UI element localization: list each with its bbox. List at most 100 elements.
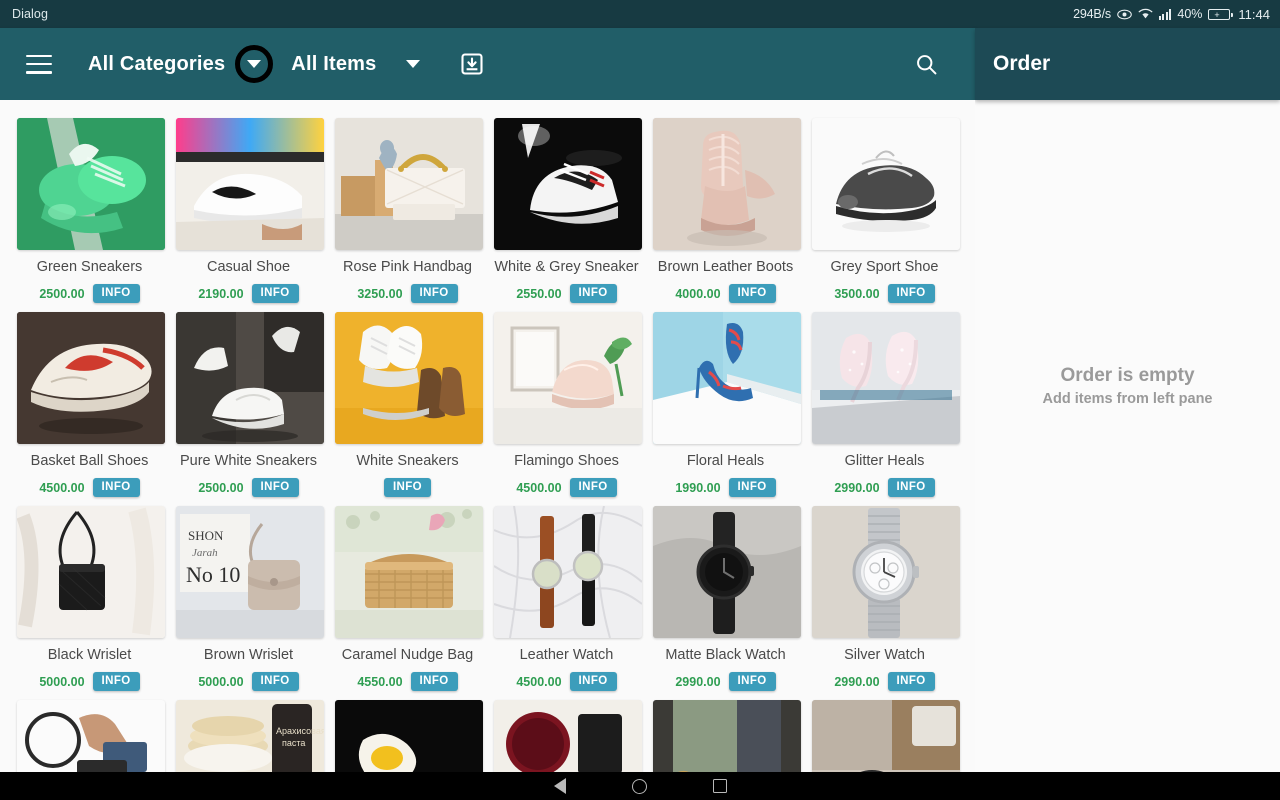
info-button[interactable]: INFO — [728, 284, 776, 303]
product-name: Flamingo Shoes — [514, 453, 619, 469]
product-card[interactable]: Silver Watch 2990.00 INFO — [805, 498, 964, 692]
order-pane: Order Order is empty Add items from left… — [975, 28, 1280, 772]
product-card[interactable]: Flamingo Shoes 4500.00 INFO — [487, 304, 646, 498]
info-button[interactable]: INFO — [569, 478, 617, 497]
product-name: Black Wrislet — [47, 647, 132, 663]
info-button[interactable]: INFO — [251, 478, 299, 497]
info-button[interactable]: INFO — [887, 478, 935, 497]
product-card[interactable]: Floral Heals 1990.00 INFO — [646, 304, 805, 498]
product-thumbnail[interactable] — [653, 700, 801, 772]
info-button[interactable]: INFO — [92, 284, 140, 303]
product-card[interactable]: Caramel Nudge Bag 4550.00 INFO — [328, 498, 487, 692]
product-card[interactable] — [10, 692, 169, 772]
product-card[interactable]: Rose Pink Handbag 3250.00 INFO — [328, 110, 487, 304]
info-button[interactable]: INFO — [887, 672, 935, 691]
product-thumbnail[interactable] — [17, 700, 165, 772]
product-thumbnail[interactable]: SHON Jarah No 10 — [176, 506, 324, 638]
product-card[interactable]: White Sneakers INFO — [328, 304, 487, 498]
product-price: 3500.00 — [834, 286, 880, 301]
order-empty-title: Order is empty — [1060, 365, 1195, 386]
product-thumbnail[interactable] — [812, 506, 960, 638]
product-card[interactable]: Grey Sport Shoe 3500.00 INFO — [805, 110, 964, 304]
product-card[interactable]: White & Grey Sneaker 2550.00 INFO — [487, 110, 646, 304]
product-thumbnail[interactable] — [812, 118, 960, 250]
back-triangle-icon[interactable] — [553, 778, 566, 794]
svg-text:SHON: SHON — [188, 528, 224, 543]
product-card[interactable] — [646, 692, 805, 772]
info-button[interactable]: INFO — [383, 478, 432, 497]
product-card[interactable]: Basket Ball Shoes 4500.00 INFO — [10, 304, 169, 498]
product-thumbnail[interactable] — [335, 506, 483, 638]
product-thumbnail[interactable] — [653, 312, 801, 444]
product-card[interactable]: Casual Shoe 2190.00 INFO — [169, 110, 328, 304]
product-card[interactable]: Pure White Sneakers 2500.00 INFO — [169, 304, 328, 498]
download-box-icon[interactable] — [460, 52, 484, 76]
info-button[interactable]: INFO — [92, 478, 140, 497]
recents-square-icon[interactable] — [712, 779, 727, 793]
svg-text:Jarah: Jarah — [192, 547, 218, 559]
product-price-row: 2990.00 INFO — [653, 671, 798, 692]
items-spinner[interactable]: All Items — [291, 53, 421, 76]
home-circle-icon[interactable] — [631, 778, 647, 794]
product-thumbnail[interactable] — [17, 506, 165, 638]
product-thumbnail[interactable] — [494, 118, 642, 250]
product-name: White Sneakers — [356, 453, 459, 469]
product-thumbnail[interactable] — [176, 312, 324, 444]
product-thumbnail[interactable] — [812, 312, 960, 444]
product-card[interactable]: SHON Jarah No 10 Brown Wrislet 5000.00 INFO — [169, 498, 328, 692]
chevron-down-icon[interactable] — [406, 60, 421, 68]
info-button[interactable]: INFO — [410, 672, 458, 691]
info-button[interactable]: INFO — [728, 672, 776, 691]
product-name: Brown Leather Boots — [657, 259, 794, 275]
product-card[interactable] — [487, 692, 646, 772]
info-button[interactable]: INFO — [887, 284, 935, 303]
product-name: Rose Pink Handbag — [343, 259, 472, 275]
product-price-row: 5000.00 INFO — [17, 671, 162, 692]
product-thumbnail[interactable] — [653, 118, 801, 250]
product-price-row: 2190.00 INFO — [176, 283, 321, 304]
product-name: Floral Heals — [686, 453, 765, 469]
info-button[interactable]: INFO — [410, 284, 458, 303]
status-bar-right: 294B/s 40% + 11:44 — [1073, 7, 1270, 22]
product-price-row: 4500.00 INFO — [494, 671, 639, 692]
info-button[interactable]: INFO — [92, 672, 140, 691]
product-grid-scroll[interactable]: Green Sneakers 2500.00 INFO Casual Shoe 2190… — [0, 100, 975, 772]
product-thumbnail[interactable] — [653, 506, 801, 638]
hamburger-menu-icon[interactable] — [26, 54, 52, 74]
product-thumbnail[interactable] — [494, 312, 642, 444]
product-thumbnail[interactable] — [17, 312, 165, 444]
battery-percent-text: 40% — [1177, 7, 1203, 21]
product-card[interactable]: Арахисовая паста — [169, 692, 328, 772]
product-card[interactable]: Leather Watch 4500.00 INFO — [487, 498, 646, 692]
chevron-down-icon[interactable] — [247, 60, 262, 68]
product-card[interactable]: Brown Leather Boots 4000.00 INFO — [646, 110, 805, 304]
product-thumbnail[interactable] — [176, 118, 324, 250]
info-button[interactable]: INFO — [569, 672, 617, 691]
product-thumbnail[interactable] — [17, 118, 165, 250]
product-card[interactable] — [328, 692, 487, 772]
product-thumbnail[interactable] — [494, 700, 642, 772]
product-thumbnail[interactable] — [335, 700, 483, 772]
product-card[interactable] — [805, 692, 964, 772]
product-thumbnail[interactable] — [335, 312, 483, 444]
product-card[interactable]: Glitter Heals 2990.00 INFO — [805, 304, 964, 498]
search-icon[interactable] — [911, 49, 941, 79]
product-thumbnail[interactable]: Арахисовая паста — [176, 700, 324, 772]
product-thumbnail[interactable] — [335, 118, 483, 250]
eye-icon — [1117, 9, 1132, 20]
info-button[interactable]: INFO — [728, 478, 776, 497]
product-thumbnail[interactable] — [494, 506, 642, 638]
info-button[interactable]: INFO — [251, 284, 299, 303]
product-price: 4000.00 — [675, 286, 721, 301]
product-card[interactable]: Black Wrislet 5000.00 INFO — [10, 498, 169, 692]
product-name: Matte Black Watch — [665, 647, 786, 663]
info-button[interactable]: INFO — [569, 284, 617, 303]
product-price-row: 3500.00 INFO — [812, 283, 957, 304]
product-name: Casual Shoe — [206, 259, 291, 275]
product-price-row: 1990.00 INFO — [653, 477, 798, 498]
category-spinner[interactable]: All Categories — [88, 45, 285, 83]
product-card[interactable]: Green Sneakers 2500.00 INFO — [10, 110, 169, 304]
product-card[interactable]: Matte Black Watch 2990.00 INFO — [646, 498, 805, 692]
info-button[interactable]: INFO — [251, 672, 299, 691]
product-thumbnail[interactable] — [812, 700, 960, 772]
